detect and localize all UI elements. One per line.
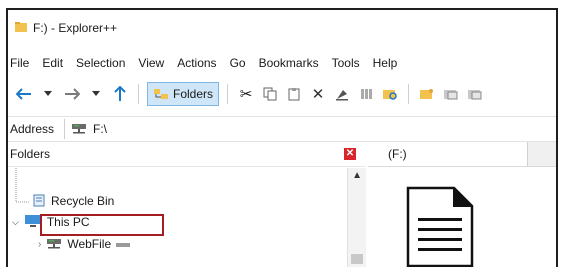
- close-pane-icon[interactable]: ✕: [344, 148, 356, 160]
- folders-tree-icon: [154, 89, 168, 99]
- toolbar-separator: [227, 84, 229, 104]
- app-folder-icon: [14, 20, 28, 37]
- forward-dropdown-icon[interactable]: [86, 83, 106, 105]
- up-arrow-icon[interactable]: [110, 83, 130, 105]
- folders-pane-header: Folders ✕: [8, 142, 366, 167]
- scrollbar-thumb[interactable]: [351, 254, 363, 264]
- address-bar: Address F:\: [8, 116, 556, 142]
- back-arrow-icon[interactable]: [14, 83, 34, 105]
- menu-selection[interactable]: Selection: [76, 56, 125, 70]
- recycle-bin-icon: [32, 193, 46, 210]
- tab-label: (F:): [388, 147, 407, 161]
- toolbar: Folders ✂ ✕: [8, 81, 556, 107]
- address-value: F:\: [93, 122, 107, 136]
- toolbar-separator: [408, 84, 410, 104]
- webfile-highlight-box: [40, 214, 164, 236]
- tree-item-webfile[interactable]: › WebFile: [38, 235, 131, 253]
- menu-bar: File Edit Selection View Actions Go Book…: [8, 52, 556, 74]
- move-to-folder-icon[interactable]: [465, 83, 485, 105]
- tab-drive-f[interactable]: (F:): [368, 142, 528, 166]
- address-label: Address: [10, 122, 55, 136]
- tree-label-recycle-bin: Recycle Bin: [51, 194, 115, 208]
- menu-help[interactable]: Help: [373, 56, 398, 70]
- tree-item-recycle-bin[interactable]: Recycle Bin: [32, 192, 114, 210]
- cut-icon[interactable]: ✂: [236, 83, 256, 105]
- folders-toggle-label: Folders: [173, 87, 214, 101]
- files-pane: (F:): [368, 142, 556, 267]
- folders-pane: Folders ✕ Recycle Bin ⌵ This PC › WebFil…: [8, 142, 366, 267]
- copy-icon[interactable]: [260, 83, 280, 105]
- folders-toggle-button[interactable]: Folders: [147, 82, 220, 106]
- window-title: F:) - Explorer++: [33, 21, 118, 35]
- back-dropdown-icon[interactable]: [38, 83, 58, 105]
- drive-bar-icon: [116, 237, 131, 251]
- paste-icon[interactable]: [284, 83, 304, 105]
- toolbar-separator: [138, 84, 139, 104]
- document-icon: [406, 186, 474, 267]
- menu-file[interactable]: File: [10, 56, 29, 70]
- delete-icon[interactable]: ✕: [308, 83, 328, 105]
- menu-actions[interactable]: Actions: [177, 56, 216, 70]
- tree-label-webfile: WebFile: [67, 237, 112, 251]
- search-folder-icon[interactable]: [380, 83, 400, 105]
- properties-icon[interactable]: [332, 83, 352, 105]
- menu-edit[interactable]: Edit: [42, 56, 63, 70]
- network-drive-icon: [71, 122, 87, 137]
- title-bar: F:) - Explorer++: [8, 10, 556, 46]
- menu-view[interactable]: View: [138, 56, 164, 70]
- file-item[interactable]: [406, 186, 474, 267]
- address-field[interactable]: F:\: [64, 119, 556, 139]
- menu-go[interactable]: Go: [230, 56, 246, 70]
- tab-strip: (F:): [368, 142, 556, 167]
- view-columns-icon[interactable]: [356, 83, 376, 105]
- new-folder-icon[interactable]: [417, 83, 437, 105]
- folders-pane-title: Folders: [10, 147, 51, 161]
- copy-to-folder-icon[interactable]: [441, 83, 461, 105]
- scroll-up-icon[interactable]: ▲: [352, 170, 362, 181]
- forward-arrow-icon[interactable]: [62, 83, 82, 105]
- network-drive-icon: [46, 237, 62, 252]
- collapse-chevron-icon[interactable]: ›: [38, 239, 41, 250]
- expand-chevron-icon[interactable]: ⌵: [12, 217, 19, 228]
- folder-tree-scrollbar[interactable]: ▲: [347, 168, 366, 267]
- menu-tools[interactable]: Tools: [332, 56, 360, 70]
- menu-bookmarks[interactable]: Bookmarks: [259, 56, 319, 70]
